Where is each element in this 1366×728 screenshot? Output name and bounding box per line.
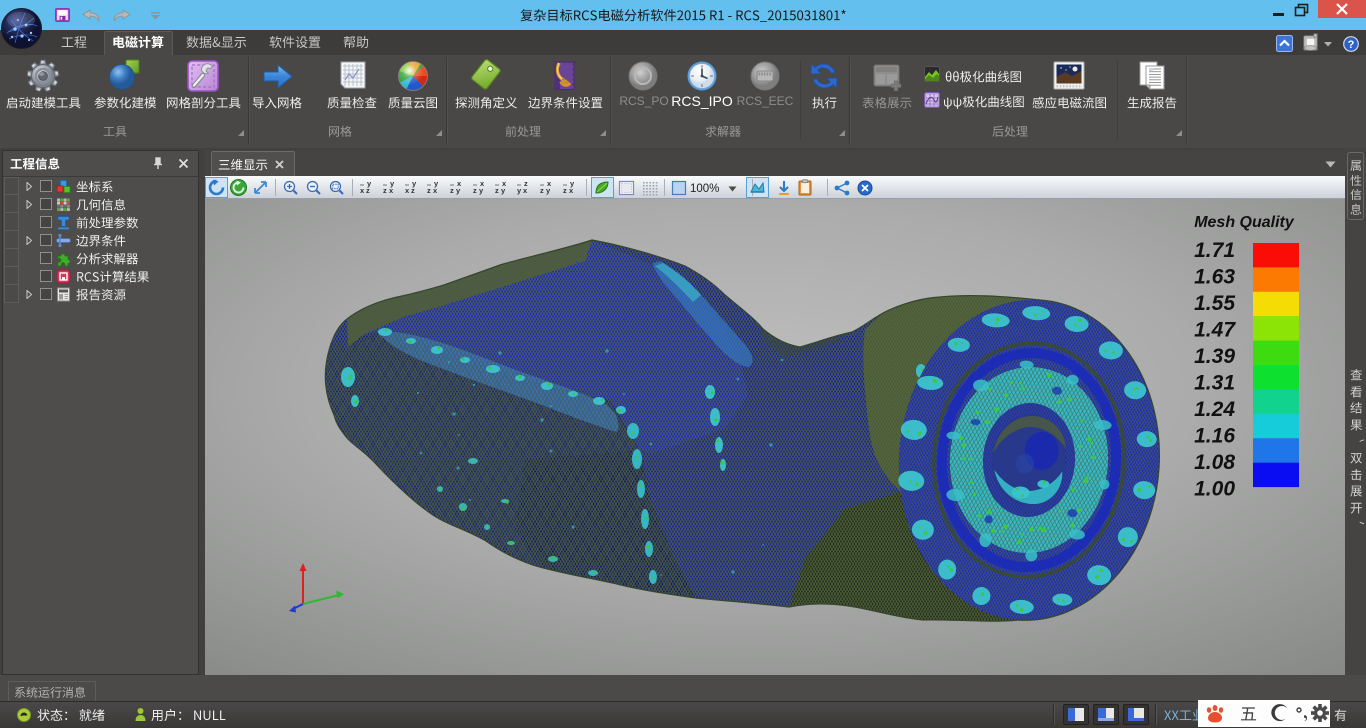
svg-text:z: z [450, 186, 454, 195]
svg-text:y: y [412, 180, 417, 188]
svg-text:x: x [457, 180, 462, 188]
svg-text:1.24: 1.24 [1194, 398, 1235, 421]
svg-text:y: y [434, 180, 439, 188]
svg-text:y: y [367, 180, 372, 188]
svg-text:1.00: 1.00 [1194, 478, 1235, 501]
svg-text:x: x [502, 180, 507, 188]
svg-text:z: z [495, 186, 499, 195]
svg-text:z: z [383, 186, 387, 195]
svg-text:1.63: 1.63 [1194, 266, 1235, 289]
svg-text:z: z [473, 186, 477, 195]
svg-text:1.31: 1.31 [1194, 372, 1235, 395]
svg-text:y: y [570, 180, 575, 188]
svg-text:x: x [405, 186, 410, 195]
svg-text:z: z [540, 186, 544, 195]
svg-text:Mesh Quality: Mesh Quality [1194, 214, 1295, 231]
svg-text:z: z [524, 180, 528, 188]
svg-text:z: z [563, 186, 567, 195]
svg-text:1.16: 1.16 [1194, 425, 1235, 448]
svg-text:1.39: 1.39 [1194, 345, 1235, 368]
svg-text:z: z [427, 186, 431, 195]
svg-text:y: y [517, 186, 522, 195]
svg-text:1.71: 1.71 [1194, 239, 1235, 262]
svg-text:?: ? [1348, 39, 1355, 51]
svg-text:x: x [480, 180, 485, 188]
svg-text:1.55: 1.55 [1194, 292, 1235, 315]
svg-text:1.47: 1.47 [1194, 319, 1236, 342]
svg-text:x: x [360, 186, 365, 195]
svg-text:1.08: 1.08 [1194, 451, 1235, 474]
svg-text:x: x [547, 180, 552, 188]
svg-text:y: y [390, 180, 395, 188]
